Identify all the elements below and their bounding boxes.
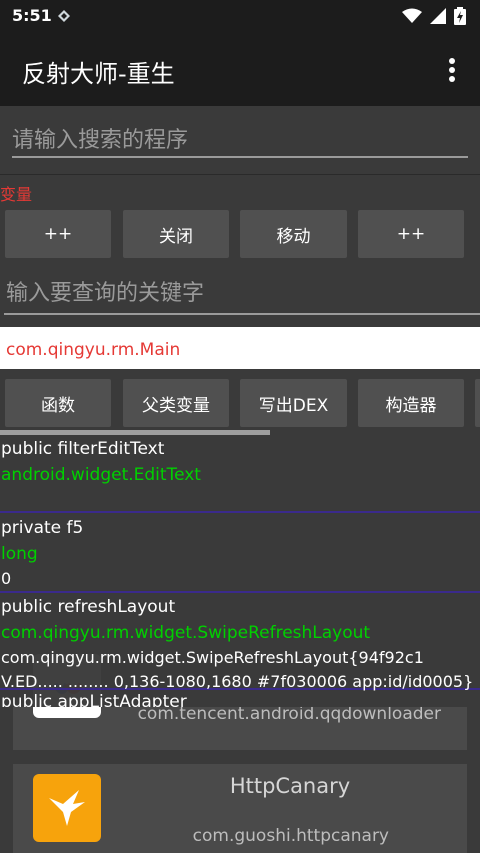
current-class-field[interactable]: com.qingyu.rm.Main	[0, 327, 480, 369]
app-search-input[interactable]: 请输入搜索的程序	[12, 120, 468, 158]
app-package: com.guoshi.httpcanary	[192, 826, 389, 846]
section-label-variables: 变量	[0, 185, 33, 204]
field-list: public filterEditText android.widget.Edi…	[0, 437, 480, 707]
battery-icon	[454, 7, 466, 25]
button-label: 移动	[276, 226, 311, 247]
field-type: long	[1, 544, 38, 564]
constructors-button[interactable]: 构造器	[358, 379, 464, 427]
button-label: 关闭	[159, 226, 193, 247]
overflow-button[interactable]	[475, 379, 480, 427]
button-label: 函数	[41, 395, 75, 416]
field-row[interactable]: public filterEditText android.widget.Edi…	[0, 437, 480, 513]
parent-variables-button[interactable]: 父类变量	[123, 379, 229, 427]
close-button[interactable]: 关闭	[123, 210, 229, 258]
field-name: private f5	[1, 518, 84, 538]
button-label: ++	[43, 224, 73, 244]
wifi-icon	[402, 8, 422, 23]
system-icons	[402, 7, 466, 25]
keyword-search-input[interactable]: 输入要查询的关键字	[4, 275, 480, 315]
button-label: 父类变量	[142, 395, 210, 416]
signal-icon	[430, 8, 446, 24]
app-list-item[interactable]: HttpCanary com.guoshi.httpcanary	[13, 764, 467, 853]
methods-button[interactable]: 函数	[5, 379, 111, 427]
field-row[interactable]: public appListAdapter	[0, 690, 480, 707]
field-row[interactable]: private f5 long 0	[0, 513, 480, 593]
status-time: 5:51	[12, 6, 52, 25]
field-name: public filterEditText	[1, 439, 165, 459]
field-name: public refreshLayout	[1, 597, 176, 617]
notification-icon	[58, 10, 70, 22]
button-label: ++	[396, 224, 426, 244]
app-bar: 反射大师-重生	[0, 32, 480, 106]
app-title: 反射大师-重生	[22, 60, 175, 88]
field-row[interactable]: public refreshLayout com.qingyu.rm.widge…	[0, 593, 480, 691]
app-package: com.tencent.android.qqdownloader	[137, 704, 441, 724]
field-type: com.qingyu.rm.widget.SwipeRefreshLayout	[1, 623, 371, 643]
write-dex-button[interactable]: 写出DEX	[240, 379, 347, 427]
app-name: HttpCanary	[229, 774, 351, 798]
horizontal-scrollbar[interactable]	[0, 430, 270, 435]
expand-button[interactable]: ++	[5, 210, 111, 258]
more-options-icon[interactable]	[440, 56, 464, 84]
field-value: com.qingyu.rm.widget.SwipeRefreshLayout{…	[1, 648, 424, 667]
expand-button-right[interactable]: ++	[358, 210, 464, 258]
button-label: 写出DEX	[258, 395, 329, 416]
field-type: android.widget.EditText	[1, 465, 201, 485]
move-button[interactable]: 移动	[240, 210, 347, 258]
status-bar: 5:51	[0, 0, 480, 32]
button-label: 构造器	[385, 395, 437, 416]
field-name: public appListAdapter	[1, 692, 187, 707]
field-value: 0	[1, 569, 12, 588]
reflection-panel: 变量 ++ 关闭 移动 ++ 输入要查询的关键字 com.qingyu.rm.M…	[0, 174, 480, 707]
